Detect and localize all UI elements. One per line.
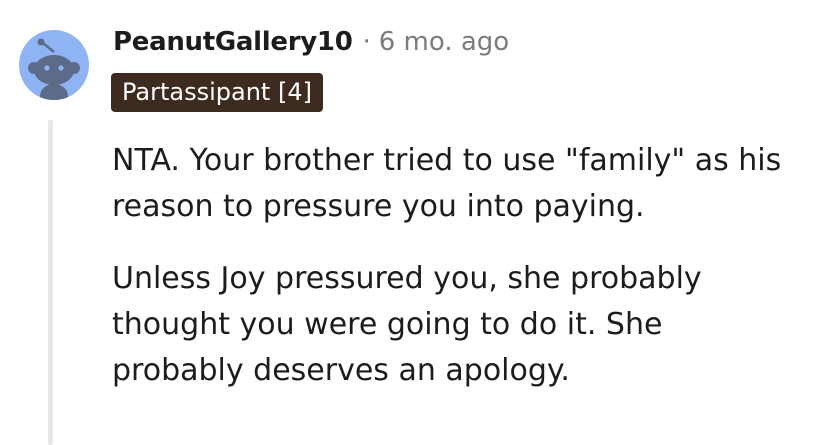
author-username[interactable]: PeanutGallery10 bbox=[113, 27, 353, 57]
comment-timestamp[interactable]: 6 mo. ago bbox=[379, 27, 509, 57]
thread-collapse-line[interactable] bbox=[48, 120, 53, 445]
comment-paragraph: Unless Joy pressured you, she probably t… bbox=[112, 261, 702, 388]
comment-body: NTA. Your brother tried to use "family" … bbox=[112, 138, 802, 420]
user-avatar[interactable] bbox=[19, 30, 89, 100]
comment-paragraph: NTA. Your brother tried to use "family" … bbox=[112, 143, 782, 224]
comment: PeanutGallery10 · 6 mo. ago Partassipant… bbox=[0, 0, 818, 445]
meta-separator: · bbox=[362, 27, 371, 57]
comment-meta: PeanutGallery10 · 6 mo. ago bbox=[113, 22, 509, 62]
user-flair-badge: Partassipant [4] bbox=[111, 73, 323, 112]
snoo-avatar-icon bbox=[28, 38, 80, 100]
